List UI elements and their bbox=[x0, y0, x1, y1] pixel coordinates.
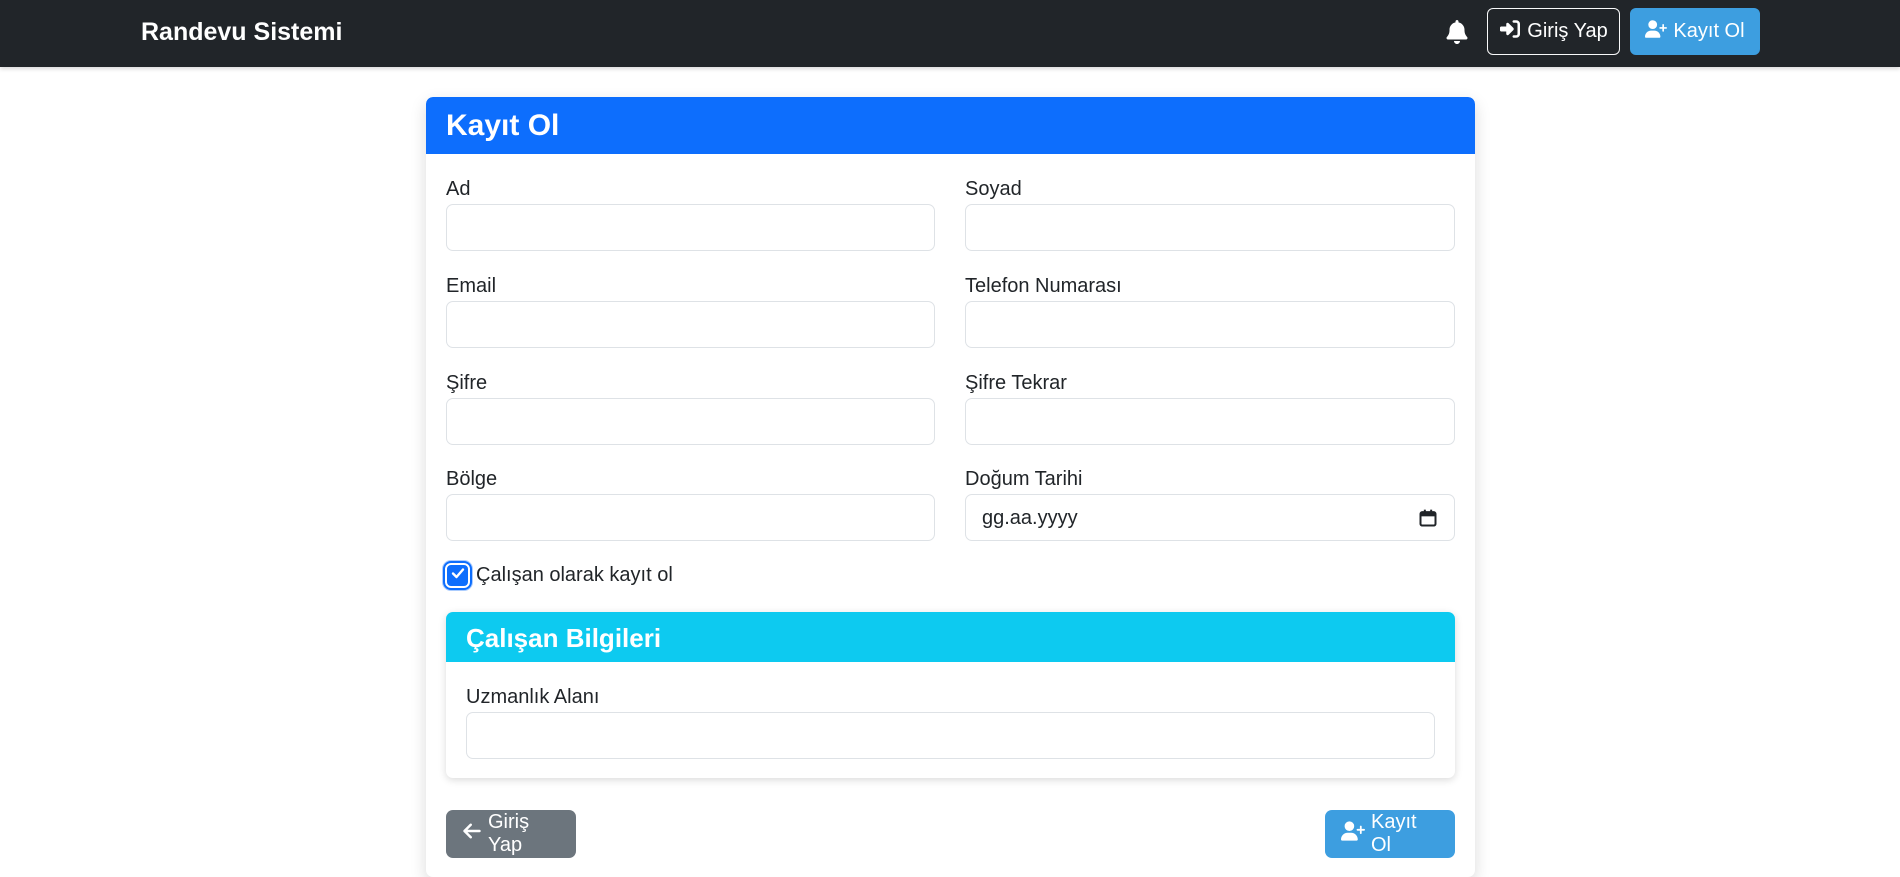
password-label: Şifre bbox=[446, 372, 488, 394]
first-name-input[interactable] bbox=[446, 204, 935, 251]
email-label: Email bbox=[446, 275, 497, 297]
top-navbar: Randevu Sistemi Giriş Yap Kayıt Ol bbox=[0, 0, 1900, 67]
calendar-icon[interactable] bbox=[1418, 508, 1438, 528]
employee-info-title: Çalışan Bilgileri bbox=[466, 623, 662, 653]
user-plus-icon bbox=[1341, 821, 1365, 847]
password-repeat-label: Şifre Tekrar bbox=[965, 372, 1067, 394]
password-input[interactable] bbox=[446, 398, 935, 445]
email-field[interactable] bbox=[446, 301, 935, 348]
page-title: Kayıt Ol bbox=[446, 109, 560, 142]
birth-date-placeholder: gg.aa.yyyy bbox=[982, 507, 1078, 529]
check-icon bbox=[450, 565, 466, 586]
card-header: Kayıt Ol bbox=[426, 97, 1475, 154]
register-card: Kayıt Ol Ad Soyad Email Telefon Numarası… bbox=[426, 97, 1475, 877]
submit-button-label: Kayıt Ol bbox=[1371, 811, 1417, 856]
navbar-login-button[interactable]: Giriş Yap bbox=[1487, 8, 1620, 55]
navbar-register-label: Kayıt Ol bbox=[1673, 20, 1745, 42]
specialty-label: Uzmanlık Alanı bbox=[466, 686, 600, 708]
arrow-left-icon bbox=[462, 821, 482, 847]
first-name-label: Ad bbox=[446, 178, 471, 200]
back-to-login-button[interactable]: Giriş Yap bbox=[446, 810, 576, 858]
birth-date-label: Doğum Tarihi bbox=[965, 468, 1083, 490]
last-name-label: Soyad bbox=[965, 178, 1022, 200]
last-name-input[interactable] bbox=[965, 204, 1455, 251]
birth-date-input[interactable]: gg.aa.yyyy bbox=[965, 494, 1455, 541]
brand-logo-text[interactable]: Randevu Sistemi bbox=[141, 16, 342, 48]
navbar-register-button[interactable]: Kayıt Ol bbox=[1630, 8, 1760, 55]
specialty-input[interactable] bbox=[466, 712, 1435, 759]
phone-input[interactable] bbox=[965, 301, 1455, 348]
employee-info-card: Çalışan Bilgileri Uzmanlık Alanı bbox=[446, 612, 1455, 778]
phone-label: Telefon Numarası bbox=[965, 275, 1122, 297]
password-repeat-input[interactable] bbox=[965, 398, 1455, 445]
bell-icon[interactable] bbox=[1446, 20, 1468, 44]
region-label: Bölge bbox=[446, 468, 498, 490]
employee-checkbox[interactable] bbox=[443, 561, 472, 590]
region-input[interactable] bbox=[446, 494, 935, 541]
navbar-login-label: Giriş Yap bbox=[1527, 20, 1608, 42]
employee-checkbox-label[interactable]: Çalışan olarak kayıt ol bbox=[476, 563, 673, 587]
employee-info-header: Çalışan Bilgileri bbox=[446, 612, 1455, 662]
register-submit-button[interactable]: Kayıt Ol bbox=[1325, 810, 1455, 858]
back-button-label: Giriş Yap bbox=[488, 811, 530, 856]
user-plus-icon bbox=[1645, 19, 1668, 45]
sign-in-icon bbox=[1499, 19, 1521, 45]
